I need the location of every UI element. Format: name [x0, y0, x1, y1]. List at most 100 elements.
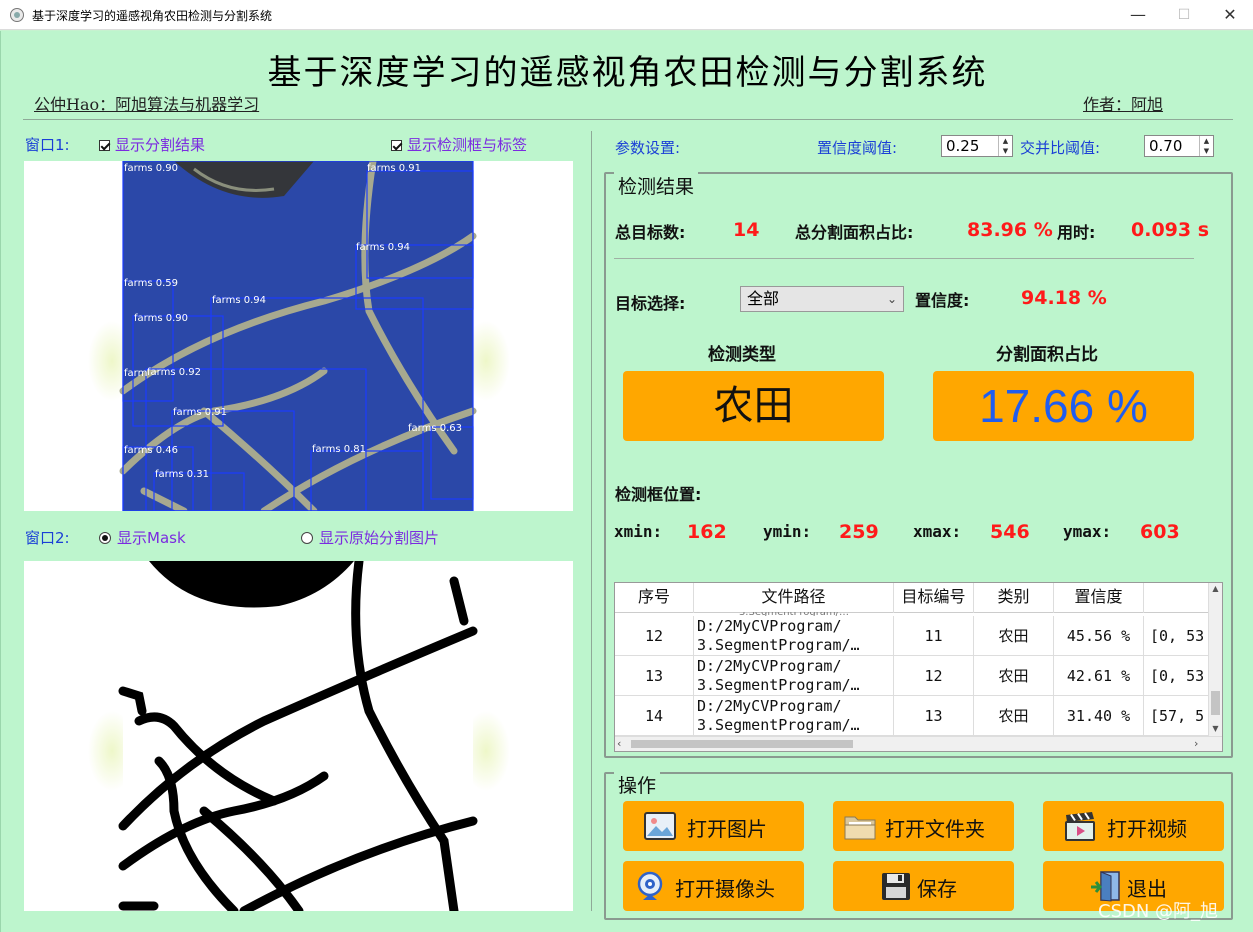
table-vertical-scrollbar[interactable]: ▲ ▼: [1208, 583, 1222, 738]
vertical-scroll-thumb[interactable]: [1211, 691, 1220, 715]
show-box-label: 显示检测框与标签: [407, 136, 528, 154]
col-class[interactable]: 类别: [974, 583, 1054, 613]
open-video-label: 打开视频: [1107, 817, 1187, 841]
target-select-value: 全部: [747, 289, 780, 308]
box-position-label: 检测框位置:: [615, 485, 702, 504]
row-target-id: 13: [894, 696, 974, 736]
xmax-label: xmax:: [913, 522, 962, 541]
confidence-value: 94.18 %: [1021, 287, 1107, 309]
open-image-label: 打开图片: [687, 817, 767, 841]
table-row[interactable]: 13 D:/2MyCVProgram/ 3.SegmentProgram/… 1…: [615, 656, 1210, 696]
open-folder-button[interactable]: 打开文件夹: [833, 801, 1014, 851]
table-horizontal-scrollbar[interactable]: ‹ ›: [615, 736, 1222, 751]
row-confidence: 42.61 %: [1054, 656, 1144, 696]
window1-label: 窗口1:: [25, 136, 70, 154]
show-orig-radio[interactable]: 显示原始分割图片: [301, 527, 439, 548]
open-camera-button[interactable]: 打开摄像头: [623, 861, 804, 911]
detection-label: farms 0.92: [147, 367, 201, 378]
save-button[interactable]: 保存: [833, 861, 1014, 911]
detection-label: farms 0.91: [367, 163, 421, 174]
detection-label: farms 0.81: [312, 444, 366, 455]
satellite-image: [123, 161, 473, 511]
row-box: [0, 53: [1150, 627, 1205, 645]
seg-ratio-label: 总分割面积占比:: [795, 223, 914, 242]
horizontal-scroll-thumb[interactable]: [631, 740, 853, 748]
detection-image-panel: farms 0.90 farms 0.91 farms 0.94 farms 0…: [24, 161, 573, 511]
title-bar: 基于深度学习的遥感视角农田检测与分割系统 — ☐ ✕: [0, 0, 1253, 30]
show-box-checkbox[interactable]: 显示检测框与标签: [391, 134, 527, 155]
row-target-id: 11: [894, 616, 974, 656]
total-count-value: 14: [733, 219, 760, 241]
iou-threshold-spinbox[interactable]: 0.70 ▲ ▼: [1144, 135, 1214, 157]
col-target-id[interactable]: 目标编号: [894, 583, 974, 613]
col-confidence[interactable]: 置信度: [1054, 583, 1144, 613]
total-count-label: 总目标数:: [615, 223, 686, 242]
row-index: 14: [615, 696, 694, 736]
confidence-label: 置信度:: [915, 291, 970, 310]
results-divider: [614, 258, 1194, 259]
row-box: [57, 5: [1150, 707, 1205, 725]
checkbox-checked-icon[interactable]: [99, 140, 110, 151]
detection-label: farms 0.94: [356, 242, 410, 253]
scroll-up-icon[interactable]: ▲: [1209, 583, 1222, 595]
area-ratio-value: 17.66 %: [979, 380, 1148, 432]
col-box[interactable]: [1144, 583, 1210, 613]
radio-selected-icon[interactable]: [99, 532, 111, 544]
row-path-line1: D:/2MyCVProgram/: [697, 697, 842, 715]
window2-label: 窗口2:: [25, 529, 70, 547]
detect-type-box: 农田: [623, 371, 884, 441]
ymin-value: 259: [839, 521, 879, 543]
spin-arrows-icon[interactable]: ▲ ▼: [998, 136, 1012, 156]
params-label: 参数设置:: [615, 139, 681, 157]
mask-image: [88, 561, 510, 911]
row-confidence: 31.40 %: [1054, 696, 1144, 736]
open-image-button[interactable]: 打开图片: [623, 801, 804, 851]
results-group-title: 检测结果: [614, 172, 699, 199]
time-label: 用时:: [1057, 223, 1096, 242]
target-select-dropdown[interactable]: 全部 ⌄: [740, 286, 904, 312]
show-seg-checkbox[interactable]: 显示分割结果: [99, 134, 205, 155]
video-clapper-icon: [1065, 812, 1095, 841]
col-file-path[interactable]: 文件路径: [694, 583, 894, 613]
row-index: 12: [615, 616, 694, 656]
results-table[interactable]: 序号 文件路径 目标编号 类别 置信度 3.SegmentProgram/… 1…: [614, 582, 1223, 752]
row-path-line2: 3.SegmentProgram/…: [697, 636, 860, 654]
scroll-down-icon[interactable]: ▼: [1209, 723, 1222, 735]
scroll-right-icon[interactable]: ›: [1194, 737, 1206, 751]
conf-threshold-spinbox[interactable]: 0.25 ▲ ▼: [941, 135, 1013, 157]
show-mask-radio[interactable]: 显示Mask: [99, 527, 186, 548]
detection-label: farms 0.94: [212, 295, 266, 306]
row-file-path: D:/2MyCVProgram/ 3.SegmentProgram/…: [694, 616, 894, 656]
ymax-label: ymax:: [1063, 522, 1112, 541]
table-row[interactable]: 12 D:/2MyCVProgram/ 3.SegmentProgram/… 1…: [615, 616, 1210, 656]
detection-label: farms 0.31: [155, 469, 209, 480]
iou-threshold-label: 交并比阈值:: [1020, 139, 1101, 157]
main-window: 基于深度学习的遥感视角农田检测与分割系统 公仲Hao：阿旭算法与机器学习 作者：…: [0, 31, 1253, 932]
checkbox-checked-icon[interactable]: [391, 140, 402, 151]
row-target-id: 12: [894, 656, 974, 696]
mask-area: [123, 561, 473, 911]
seg-ratio-value: 83.96 %: [967, 219, 1053, 241]
webcam-icon: [637, 871, 663, 900]
open-video-button[interactable]: 打开视频: [1043, 801, 1224, 851]
radio-unselected-icon[interactable]: [301, 532, 313, 544]
chevron-down-icon[interactable]: ⌄: [887, 287, 897, 311]
table-row[interactable]: 14 D:/2MyCVProgram/ 3.SegmentProgram/… 1…: [615, 696, 1210, 736]
row-confidence: 45.56 %: [1054, 616, 1144, 656]
spin-arrows-icon[interactable]: ▲ ▼: [1199, 136, 1213, 156]
detection-label: farms 0.90: [124, 163, 178, 174]
maximize-button[interactable]: ☐: [1161, 0, 1207, 30]
row-class: 农田: [974, 656, 1054, 696]
scroll-left-icon[interactable]: ‹: [617, 737, 629, 751]
col-index[interactable]: 序号: [615, 583, 694, 613]
row-class: 农田: [974, 616, 1054, 656]
close-button[interactable]: ✕: [1207, 0, 1253, 30]
iou-threshold-value: 0.70: [1149, 137, 1183, 155]
area-ratio-box: 17.66 %: [933, 371, 1194, 441]
account-caption: 公仲Hao：阿旭算法与机器学习: [34, 95, 260, 114]
minimize-button[interactable]: —: [1115, 0, 1161, 30]
vertical-divider: [591, 131, 592, 911]
open-folder-label: 打开文件夹: [885, 817, 985, 841]
detect-type-value: 农田: [713, 383, 794, 429]
detection-label: farm: [124, 368, 147, 379]
